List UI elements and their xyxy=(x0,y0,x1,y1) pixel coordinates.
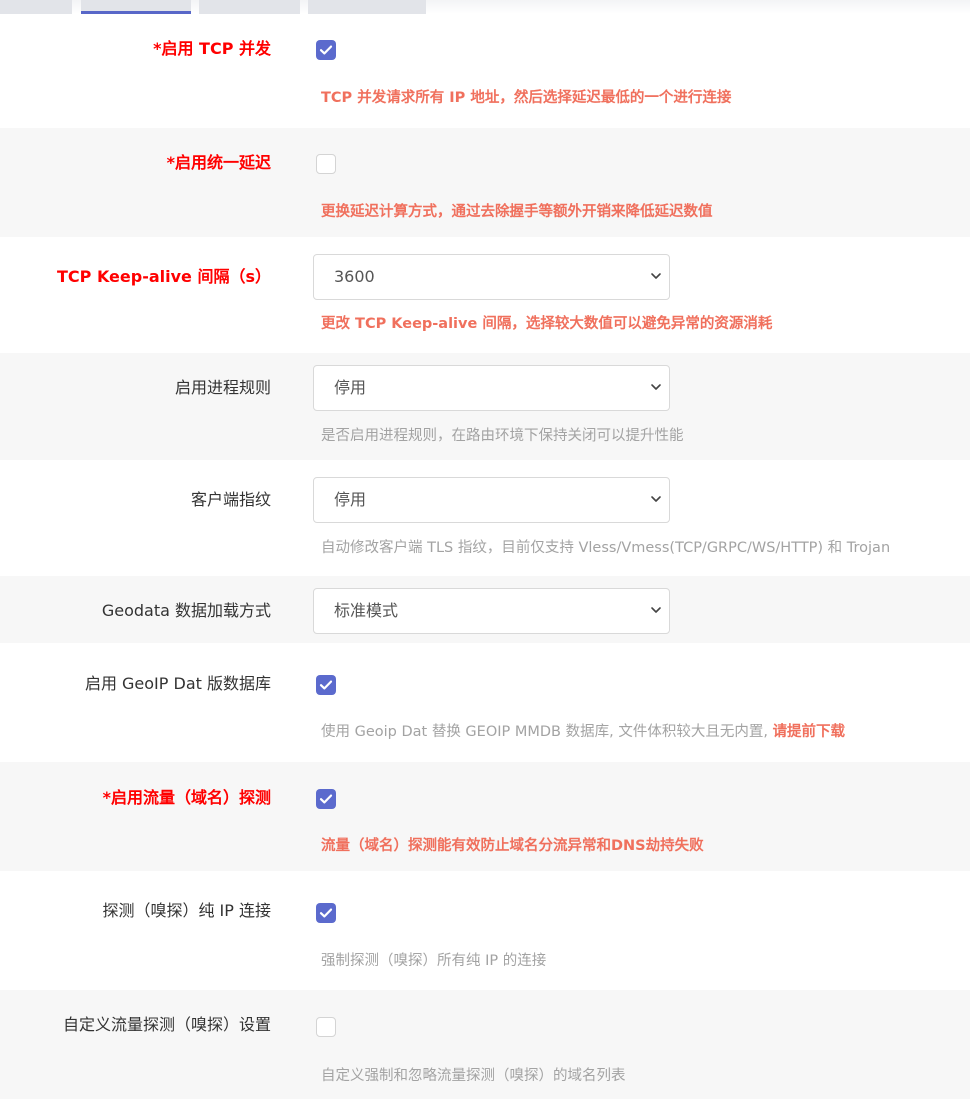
tcp-keepalive-select[interactable]: 3600 xyxy=(313,254,670,300)
setting-label: *启用 TCP 并发 xyxy=(153,39,271,58)
setting-description: 是否启用进程规则，在路由环境下保持关闭可以提升性能 xyxy=(321,428,684,444)
setting-description: TCP 并发请求所有 IP 地址，然后选择延迟最低的一个进行连接 xyxy=(321,90,732,106)
setting-label: 自定义流量探测（嗅探）设置 xyxy=(62,1015,271,1034)
tab-2-active[interactable] xyxy=(81,0,191,14)
tab-4[interactable] xyxy=(308,0,426,14)
custom-sniffing-checkbox[interactable] xyxy=(316,1017,336,1037)
select-value: 标准模式 xyxy=(334,601,399,620)
tcp-concurrency-checkbox[interactable] xyxy=(316,40,336,60)
setting-row-client-fingerprint: 客户端指纹 停用 自动修改客户端 TLS 指纹，目前仅支持 Vless/Vmes… xyxy=(0,460,970,576)
chevron-down-icon xyxy=(651,607,661,613)
tab-3[interactable] xyxy=(199,0,300,14)
setting-description: 更改 TCP Keep-alive 间隔，选择较大数值可以避免异常的资源消耗 xyxy=(321,316,773,332)
setting-description: 自定义强制和忽略流量探测（嗅探）的域名列表 xyxy=(321,1068,626,1084)
tab-1[interactable] xyxy=(0,0,72,14)
setting-row-custom-sniffing: 自定义流量探测（嗅探）设置 自定义强制和忽略流量探测（嗅探）的域名列表 xyxy=(0,990,970,1099)
setting-label: TCP Keep-alive 间隔（s） xyxy=(56,267,271,286)
sniff-pure-ip-checkbox[interactable] xyxy=(316,903,336,923)
check-icon xyxy=(319,45,333,55)
unified-delay-checkbox[interactable] xyxy=(316,154,336,174)
setting-row-process-rules: 启用进程规则 停用 是否启用进程规则，在路由环境下保持关闭可以提升性能 xyxy=(0,353,970,460)
download-notice: 请提前下载 xyxy=(772,724,846,740)
setting-row-tcp-keepalive: TCP Keep-alive 间隔（s） 3600 更改 TCP Keep-al… xyxy=(0,237,970,353)
setting-description: 强制探测（嗅探）所有纯 IP 的连接 xyxy=(321,953,547,969)
chevron-down-icon xyxy=(651,273,661,279)
check-icon xyxy=(319,794,333,804)
setting-row-tcp-concurrency: *启用 TCP 并发 TCP 并发请求所有 IP 地址，然后选择延迟最低的一个进… xyxy=(0,14,970,128)
setting-label: Geodata 数据加载方式 xyxy=(101,601,271,620)
tab-bar xyxy=(0,0,970,14)
setting-label: *启用统一延迟 xyxy=(166,153,271,172)
check-icon xyxy=(319,908,333,918)
select-value: 3600 xyxy=(334,267,375,286)
setting-description: 流量（域名）探测能有效防止域名分流异常和DNS劫持失败 xyxy=(321,838,704,854)
traffic-sniffing-checkbox[interactable] xyxy=(316,789,336,809)
description-text: 使用 Geoip Dat 替换 GEOIP MMDB 数据库, 文件体积较大且无… xyxy=(321,724,773,740)
process-rules-select[interactable]: 停用 xyxy=(313,365,670,411)
setting-label: 探测（嗅探）纯 IP 连接 xyxy=(102,901,271,920)
setting-row-unified-delay: *启用统一延迟 更换延迟计算方式，通过去除握手等额外开销来降低延迟数值 xyxy=(0,128,970,237)
setting-label: *启用流量（域名）探测 xyxy=(102,788,271,807)
setting-description: 更换延迟计算方式，通过去除握手等额外开销来降低延迟数值 xyxy=(321,204,713,220)
setting-row-traffic-sniffing: *启用流量（域名）探测 流量（域名）探测能有效防止域名分流异常和DNS劫持失败 xyxy=(0,762,970,871)
setting-label: 客户端指纹 xyxy=(190,490,271,509)
setting-row-geoip-dat: 启用 GeoIP Dat 版数据库 使用 Geoip Dat 替换 GEOIP … xyxy=(0,643,970,762)
chevron-down-icon xyxy=(651,496,661,502)
setting-label: 启用 GeoIP Dat 版数据库 xyxy=(84,674,271,693)
setting-description: 使用 Geoip Dat 替换 GEOIP MMDB 数据库, 文件体积较大且无… xyxy=(321,722,845,742)
setting-row-geodata-mode: Geodata 数据加载方式 标准模式 xyxy=(0,576,970,643)
select-value: 停用 xyxy=(334,378,367,397)
geodata-mode-select[interactable]: 标准模式 xyxy=(313,588,670,634)
check-icon xyxy=(319,680,333,690)
client-fingerprint-select[interactable]: 停用 xyxy=(313,477,670,523)
setting-description: 自动修改客户端 TLS 指纹，目前仅支持 Vless/Vmess(TCP/GRP… xyxy=(321,540,891,556)
geoip-dat-checkbox[interactable] xyxy=(316,675,336,695)
setting-label: 启用进程规则 xyxy=(174,378,271,397)
setting-row-sniff-pure-ip: 探测（嗅探）纯 IP 连接 强制探测（嗅探）所有纯 IP 的连接 xyxy=(0,871,970,990)
select-value: 停用 xyxy=(334,490,367,509)
chevron-down-icon xyxy=(651,384,661,390)
